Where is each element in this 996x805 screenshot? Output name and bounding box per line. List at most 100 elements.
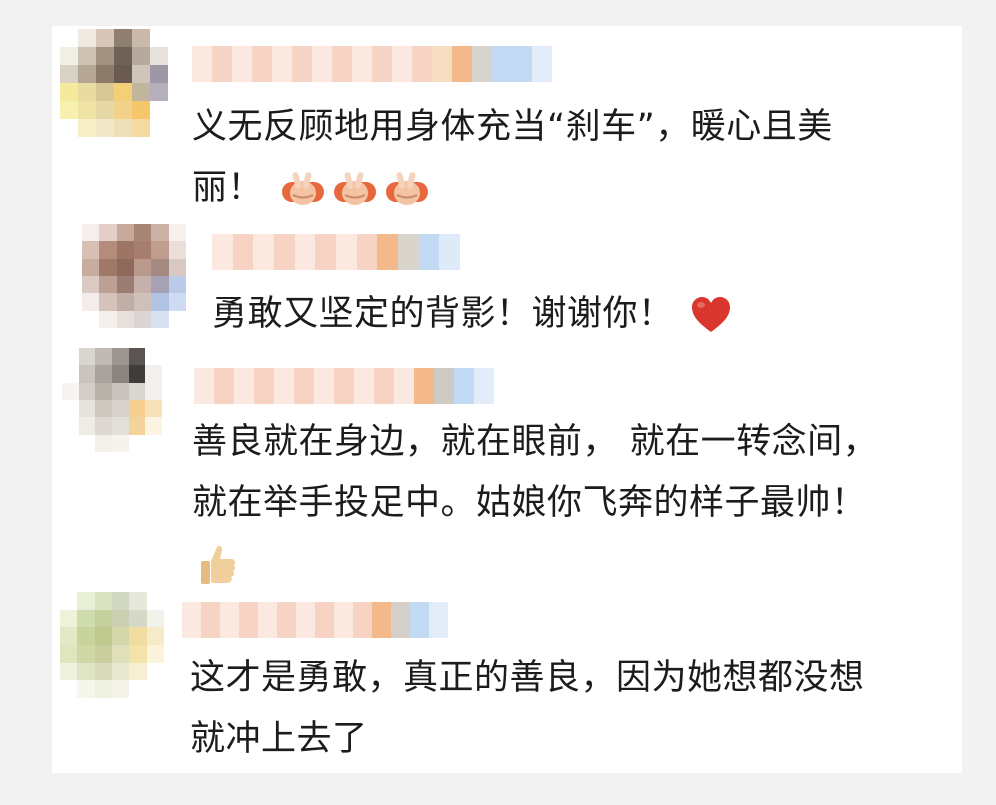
avatar-pixel: [132, 119, 150, 137]
avatar-pixel: [94, 644, 112, 663]
username-pixel: [334, 368, 354, 404]
username-pixel: [354, 368, 374, 404]
avatar-pixel: [111, 417, 129, 435]
username-blurred[interactable]: [182, 602, 448, 638]
username-pixel: [336, 234, 357, 270]
avatar-pixel: [99, 241, 117, 259]
username-pixel: [274, 234, 295, 270]
comment-text: 勇敢又坚定的背影！谢谢你！: [212, 284, 733, 345]
avatar-pixel: [168, 310, 186, 328]
avatar-pixel: [128, 365, 146, 383]
avatar-pixel: [60, 609, 78, 628]
avatar-pixel: [111, 434, 129, 452]
username-pixel: [372, 46, 392, 82]
username-pixel: [454, 368, 474, 404]
username-pixel: [277, 602, 296, 638]
avatar-pixel: [145, 400, 162, 418]
username-pixel: [374, 368, 394, 404]
username-pixel: [377, 234, 399, 270]
username-pixel: [332, 46, 352, 82]
avatar-pixel: [150, 29, 168, 47]
avatar-pixel: [60, 65, 78, 83]
avatar-pixel: [60, 680, 78, 698]
avatar-pixel: [60, 662, 78, 681]
avatar-pixel: [62, 434, 79, 452]
avatar-pixel: [151, 224, 169, 242]
username-pixel: [394, 368, 414, 404]
avatar-pixel: [114, 83, 132, 101]
avatar-pixel: [112, 627, 130, 645]
avatar-pixel: [129, 662, 147, 681]
username-blurred[interactable]: [212, 234, 460, 270]
username-pixel: [410, 602, 429, 638]
username-pixel: [192, 46, 212, 82]
avatar-pixel: [111, 365, 129, 383]
avatar-pixel: [60, 83, 78, 101]
avatar[interactable]: [82, 224, 186, 328]
avatar-pixel: [111, 400, 129, 418]
avatar-pixel: [129, 627, 147, 645]
avatar-pixel: [146, 680, 164, 698]
avatar-pixel: [99, 310, 117, 328]
avatar[interactable]: [60, 592, 164, 698]
username-pixel: [532, 46, 552, 82]
username-pixel: [512, 46, 532, 82]
username-pixel: [391, 602, 410, 638]
username-pixel: [434, 368, 454, 404]
avatar-pixel: [129, 609, 147, 628]
avatar-pixel: [77, 680, 95, 698]
avatar-pixel: [151, 293, 169, 311]
avatar-pixel: [150, 101, 168, 119]
username-blurred[interactable]: [192, 46, 552, 82]
username-pixel: [296, 602, 315, 638]
avatar-pixel: [146, 592, 164, 610]
avatar-pixel: [77, 609, 95, 628]
username-pixel: [315, 234, 337, 270]
avatar[interactable]: [62, 348, 162, 452]
comment-item: 善良就在身边，就在眼前， 就在一转念间， 就在举手投足中。姑娘你飞奔的样子最帅！: [52, 348, 962, 584]
avatar-pixel: [78, 382, 96, 400]
avatar-pixel: [146, 662, 164, 681]
avatar-pixel: [77, 662, 95, 681]
avatar-pixel: [62, 348, 79, 366]
avatar-pixel: [95, 400, 112, 418]
username-pixel: [452, 46, 472, 82]
avatar-pixel: [168, 241, 186, 259]
username-pixel: [418, 234, 440, 270]
username-pixel: [272, 46, 292, 82]
comment-line: 这才是勇敢，真正的善良，因为她想都没想: [190, 658, 865, 698]
username-pixel: [274, 368, 294, 404]
avatar-pixel: [132, 47, 150, 65]
avatar-pixel: [145, 365, 162, 383]
avatar[interactable]: [60, 29, 168, 137]
avatar-pixel: [116, 276, 134, 294]
comment-line: 勇敢又坚定的背影！谢谢你！: [212, 294, 674, 334]
avatar-pixel: [132, 101, 150, 119]
avatar-pixel: [134, 293, 152, 311]
username-pixel: [232, 46, 252, 82]
username-pixel: [412, 46, 432, 82]
red-heart-icon: [689, 295, 733, 335]
avatar-pixel: [151, 241, 169, 259]
username-pixel: [252, 46, 272, 82]
avatar-pixel: [82, 224, 100, 242]
comment-line: 义无反顾地用身体充当“刹车”，暖心且美: [192, 107, 833, 147]
username-pixel: [294, 234, 316, 270]
avatar-pixel: [96, 29, 114, 47]
victory-hand-icon: [383, 169, 431, 209]
username-blurred[interactable]: [194, 368, 494, 404]
avatar-pixel: [95, 417, 112, 435]
avatar-pixel: [145, 348, 162, 366]
avatar-pixel: [78, 47, 96, 65]
avatar-pixel: [151, 310, 169, 328]
avatar-pixel: [60, 29, 78, 47]
avatar-pixel: [78, 29, 96, 47]
avatar-pixel: [78, 348, 96, 366]
username-pixel: [214, 368, 234, 404]
avatar-pixel: [129, 680, 147, 698]
avatar-pixel: [95, 348, 112, 366]
avatar-pixel: [168, 293, 186, 311]
avatar-pixel: [111, 382, 129, 400]
avatar-pixel: [99, 276, 117, 294]
avatar-pixel: [78, 83, 96, 101]
